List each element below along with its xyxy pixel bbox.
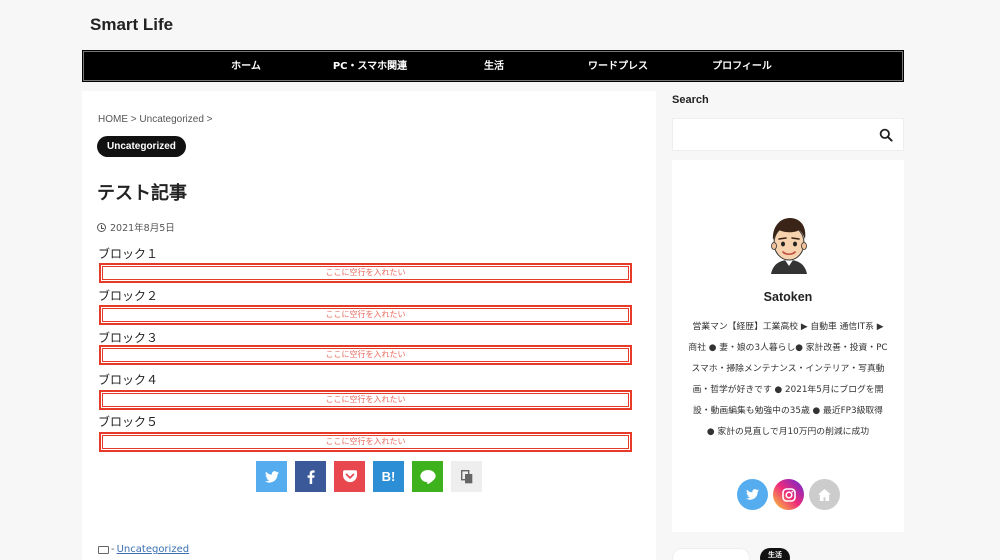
twitter-bird-icon — [264, 470, 279, 483]
nav-item-wordpress[interactable]: ワードプレス — [588, 51, 648, 83]
folder-icon — [98, 545, 109, 554]
clock-icon — [97, 222, 106, 232]
block-box: ここに空行を入れたい — [99, 345, 632, 365]
share-hatena-button[interactable]: B! — [373, 461, 404, 492]
article-card: HOME > Uncategorized > Uncategorized テスト… — [82, 91, 656, 560]
nav-item-profile[interactable]: プロフィール — [712, 51, 772, 83]
pocket-icon — [342, 470, 357, 483]
footer-category-prefix: - — [111, 544, 115, 555]
copy-icon — [460, 469, 472, 483]
instagram-icon — [781, 487, 796, 502]
block-label: ブロック３ — [98, 331, 159, 345]
search-box — [672, 118, 904, 151]
profile-home-button[interactable] — [809, 479, 840, 510]
nav-item-home[interactable]: ホーム — [231, 51, 261, 83]
profile-instagram-button[interactable] — [773, 479, 804, 510]
block-label: ブロック２ — [98, 289, 159, 303]
share-facebook-button[interactable] — [295, 461, 326, 492]
search-input[interactable] — [673, 119, 863, 150]
footer-category: - Uncategorized — [98, 544, 189, 555]
share-twitter-button[interactable] — [256, 461, 287, 492]
block-box: ここに空行を入れたい — [99, 390, 632, 410]
avatar — [771, 218, 807, 274]
nav-item-pc-smartphone[interactable]: PC・スマホ関連 — [333, 51, 407, 83]
block-box: ここに空行を入れたい — [99, 263, 632, 283]
site-title[interactable]: Smart Life — [90, 15, 173, 35]
breadcrumb-home-link[interactable]: HOME — [98, 114, 128, 125]
share-copy-button[interactable] — [451, 461, 482, 492]
block-box: ここに空行を入れたい — [99, 432, 632, 452]
post-date: 2021年8月5日 — [97, 220, 175, 234]
post-title: テスト記事 — [97, 183, 187, 204]
sidebar-widget-partial — [672, 548, 750, 560]
block-label: ブロック５ — [98, 415, 159, 429]
line-chat-icon — [419, 469, 436, 484]
main-nav: ホーム PC・スマホ関連 生活 ワードプレス プロフィール — [82, 50, 904, 82]
block-box: ここに空行を入れたい — [99, 305, 632, 325]
profile-bio: 営業マン【経歴】工業高校 ▶ 自動車 通信IT系 ▶ 商社 ● 妻・娘の3人暮ら… — [688, 322, 888, 437]
breadcrumb-separator: > — [130, 114, 137, 125]
footer-category-link[interactable]: Uncategorized — [117, 544, 189, 555]
nav-item-life[interactable]: 生活 — [484, 51, 504, 83]
category-badge[interactable]: Uncategorized — [97, 136, 186, 157]
search-heading: Search — [672, 94, 709, 106]
profile-twitter-button[interactable] — [737, 479, 768, 510]
post-date-text: 2021年8月5日 — [110, 223, 175, 234]
hatena-bookmark-icon: B! — [381, 469, 396, 484]
breadcrumb-category-link[interactable]: Uncategorized — [139, 114, 203, 125]
sidebar-tag[interactable]: 生活 — [760, 548, 790, 560]
share-line-button[interactable] — [412, 461, 443, 492]
block-label: ブロック１ — [98, 247, 159, 261]
breadcrumb: HOME > Uncategorized > — [98, 114, 213, 125]
twitter-bird-icon — [746, 489, 759, 500]
breadcrumb-separator: > — [206, 114, 213, 125]
profile-card: Satoken 営業マン【経歴】工業高校 ▶ 自動車 通信IT系 ▶ 商社 ● … — [672, 160, 904, 532]
home-icon — [818, 488, 831, 501]
facebook-f-icon — [307, 469, 315, 484]
share-pocket-button[interactable] — [334, 461, 365, 492]
block-label: ブロック４ — [98, 373, 159, 387]
search-icon[interactable] — [879, 128, 893, 142]
profile-name: Satoken — [763, 290, 813, 304]
